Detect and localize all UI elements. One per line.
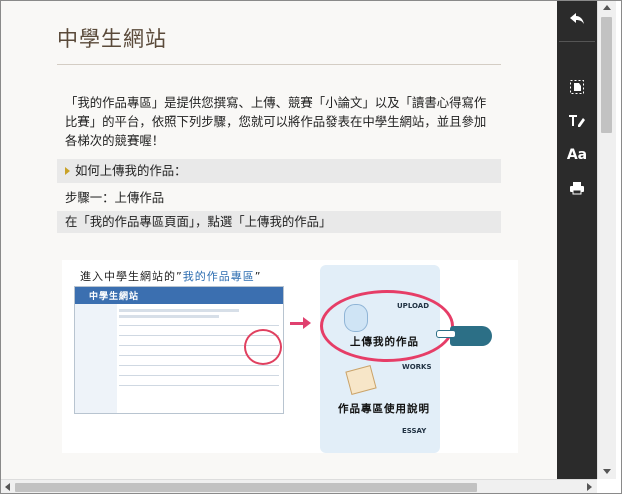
horizontal-scrollbar[interactable] <box>1 479 597 493</box>
scroll-left-icon[interactable] <box>5 483 10 491</box>
section-heading-text: 如何上傳我的作品： <box>75 163 187 178</box>
mini-site-sidebar <box>75 304 117 413</box>
step-one: 步驟一：上傳作品 <box>65 190 165 205</box>
pointer-arrow-head <box>303 317 311 329</box>
mini-site-header: 中學生網站 <box>75 287 283 304</box>
works-label: WORKS <box>402 363 432 371</box>
vertical-scrollbar[interactable] <box>597 1 616 479</box>
section-heading: 如何上傳我的作品： <box>57 159 501 183</box>
vertical-scroll-thumb[interactable] <box>601 17 612 133</box>
horizontal-scroll-thumb[interactable] <box>15 483 477 492</box>
tutorial-illustration: 進入中學生網站的”我的作品專區” 中學生網站 UPLOAD 上傳我的作品 WOR… <box>62 260 518 453</box>
reader-toolbar: Aa <box>557 1 597 479</box>
illustration-caption: 進入中學生網站的”我的作品專區” <box>80 268 261 284</box>
caption-highlight: 我的作品專區 <box>182 270 255 283</box>
print-button[interactable] <box>557 174 597 202</box>
works-text: 作品專區使用說明 <box>338 403 430 415</box>
mini-site-logo: 中學生網站 <box>89 292 140 302</box>
upload-label: UPLOAD <box>397 302 430 310</box>
caption-suffix: ” <box>254 270 262 283</box>
reader-view: 中學生網站 「我的作品專區」是提供您撰寫、上傳、競賽「小論文」以及「讀書心得寫作… <box>1 1 557 479</box>
evernote-button[interactable] <box>557 73 597 101</box>
mini-line <box>119 309 239 312</box>
mini-line <box>119 315 219 318</box>
highlight-circle-large <box>320 290 454 362</box>
mini-row <box>119 385 279 386</box>
highlight-circle-small <box>244 329 282 365</box>
scroll-right-icon[interactable] <box>587 483 592 491</box>
step-one-detail: 在「我的作品專區頁面」，點選「上傳我的作品」 <box>57 211 501 233</box>
article: 中學生網站 「我的作品專區」是提供您撰寫、上傳、競賽「小論文」以及「讀書心得寫作… <box>57 1 501 233</box>
pointing-hand-icon <box>450 326 492 346</box>
text-edit-button[interactable] <box>557 107 597 135</box>
font-size-button[interactable]: Aa <box>557 141 597 169</box>
essay-label: ESSAY <box>402 427 427 435</box>
mini-row <box>119 375 279 376</box>
mini-row <box>119 325 279 326</box>
mini-website-screenshot: 中學生網站 <box>74 286 284 414</box>
scroll-up-icon[interactable] <box>603 5 611 10</box>
back-arrow-icon <box>570 13 584 24</box>
pointer-arrow <box>290 322 304 325</box>
page-title: 中學生網站 <box>57 27 167 51</box>
intro-paragraph: 「我的作品專區」是提供您撰寫、上傳、競賽「小論文」以及「讀書心得寫作比賽」的平台… <box>65 95 487 148</box>
evernote-icon <box>570 80 584 94</box>
print-icon <box>570 182 584 195</box>
pointing-finger-icon <box>436 330 456 338</box>
upload-text: 上傳我的作品 <box>350 336 419 348</box>
title-divider <box>57 64 501 65</box>
font-size-icon: Aa <box>566 147 588 163</box>
back-button[interactable] <box>557 5 597 33</box>
window-frame: 中學生網站 「我的作品專區」是提供您撰寫、上傳、競賽「小論文」以及「讀書心得寫作… <box>0 0 622 494</box>
caption-prefix: 進入中學生網站的” <box>80 270 183 283</box>
toolbar-separator <box>559 41 595 42</box>
mini-row <box>119 365 279 366</box>
bullet-icon <box>65 166 70 175</box>
scroll-down-icon[interactable] <box>603 469 611 474</box>
text-edit-icon <box>569 115 585 127</box>
